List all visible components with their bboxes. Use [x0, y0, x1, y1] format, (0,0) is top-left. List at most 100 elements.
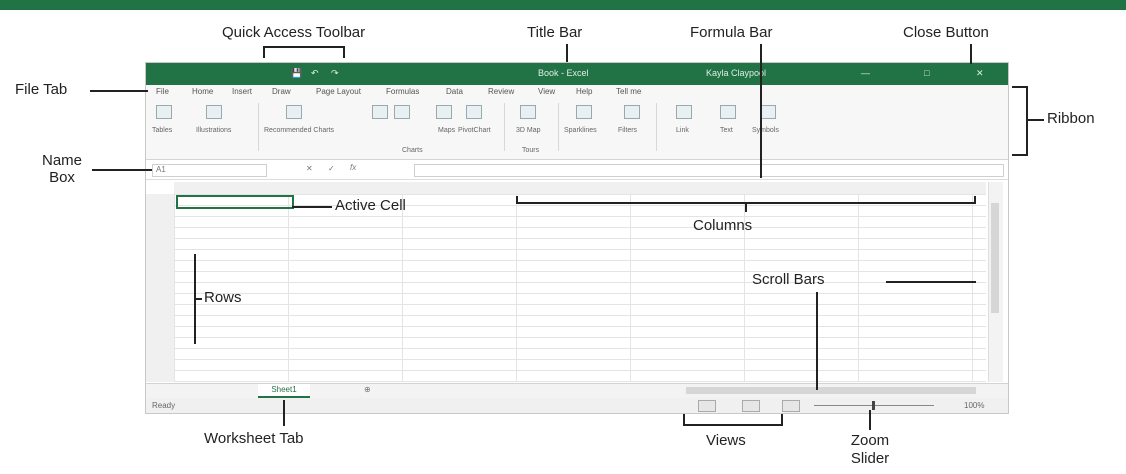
tab-draw[interactable]: Draw	[272, 87, 291, 96]
cancel-icon[interactable]: ✕	[306, 164, 313, 173]
text-icon[interactable]	[720, 105, 736, 119]
horizontal-scrollbar[interactable]	[686, 387, 976, 394]
ribbon-label-recommended-charts: Recommended Charts	[264, 127, 335, 134]
top-banner	[0, 0, 1126, 10]
name-box[interactable]: A1	[152, 164, 267, 177]
leader-title-bar	[566, 44, 568, 62]
label-worksheet-tab: Worksheet Tab	[204, 430, 304, 447]
sparklines-icon[interactable]	[576, 105, 592, 119]
add-sheet-icon[interactable]: ⊕	[364, 385, 371, 394]
leader-scroll-bars-right	[886, 281, 976, 283]
label-quick-access-toolbar: Quick Access Toolbar	[222, 24, 366, 41]
ribbon-separator	[258, 103, 259, 151]
ribbon-separator	[504, 103, 505, 151]
chart-types-icon[interactable]	[394, 105, 410, 119]
page-layout-view-icon[interactable]	[742, 400, 760, 412]
chart-types-icon[interactable]	[372, 105, 388, 119]
bracket-views	[683, 424, 783, 426]
leader-file-tab	[90, 90, 148, 92]
ribbon-label-text: Text	[720, 127, 733, 134]
page-break-view-icon[interactable]	[782, 400, 800, 412]
group-label-charts: Charts	[402, 147, 423, 154]
tab-file[interactable]: File	[156, 87, 169, 96]
ribbon-label-illustrations: Illustrations	[196, 127, 232, 134]
illustrations-icon[interactable]	[206, 105, 222, 119]
link-icon[interactable]	[676, 105, 692, 119]
symbols-icon[interactable]	[760, 105, 776, 119]
leader-name-box	[92, 169, 152, 171]
label-columns: Columns	[693, 217, 753, 234]
label-formula-bar: Formula Bar	[690, 24, 773, 41]
group-label-tours: Tours	[522, 147, 540, 154]
filters-icon[interactable]	[624, 105, 640, 119]
label-active-cell: Active Cell	[335, 197, 406, 214]
label-views: Views	[706, 432, 746, 449]
formula-input[interactable]	[414, 164, 1004, 177]
bracket-right	[343, 46, 345, 58]
tab-data[interactable]: Data	[446, 87, 463, 96]
tab-page-layout[interactable]: Page Layout	[316, 87, 361, 96]
tab-insert[interactable]: Insert	[232, 87, 252, 96]
label-zoom-slider: Zoom Slider	[850, 432, 890, 467]
status-bar: Ready 100%	[146, 398, 1008, 413]
close-icon[interactable]: ✕	[976, 68, 984, 79]
tables-icon[interactable]	[156, 105, 172, 119]
normal-view-icon[interactable]	[698, 400, 716, 412]
bracket-ribbon	[1026, 86, 1028, 156]
enter-icon[interactable]: ✓	[328, 164, 335, 173]
label-close-button: Close Button	[903, 24, 989, 41]
bracket-ribbon-bottom	[1012, 154, 1028, 156]
zoom-slider-knob[interactable]	[872, 401, 875, 410]
leader-rows	[194, 298, 202, 300]
user-name[interactable]: Kayla Claypool	[706, 68, 766, 78]
row-headers	[146, 194, 175, 382]
leader-zoom-slider	[869, 410, 871, 430]
label-name-box: Name Box	[41, 152, 82, 186]
tab-tell-me[interactable]: Tell me	[616, 87, 641, 96]
tab-home[interactable]: Home	[192, 87, 213, 96]
label-title-bar: Title Bar	[527, 24, 583, 41]
ribbon-label-pivotchart: PivotChart	[458, 127, 491, 134]
leader-worksheet-tab	[283, 400, 285, 426]
minimize-icon[interactable]: —	[861, 68, 870, 78]
ribbon: Tables Illustrations Recommended Charts …	[146, 99, 1008, 160]
leader-formula-bar	[760, 44, 762, 178]
label-rows: Rows	[204, 289, 242, 306]
tab-review[interactable]: Review	[488, 87, 514, 96]
bracket-columns-left	[516, 196, 518, 204]
leader-close-button	[970, 44, 972, 64]
window-title: Book - Excel	[538, 68, 589, 78]
leader-ribbon	[1026, 119, 1044, 121]
maps-icon[interactable]	[436, 105, 452, 119]
sheet-bar: Sheet1 ⊕	[146, 383, 1008, 398]
tab-formulas[interactable]: Formulas	[386, 87, 419, 96]
tab-view[interactable]: View	[538, 87, 555, 96]
3d-map-icon[interactable]	[520, 105, 536, 119]
undo-icon[interactable]: ↶	[311, 68, 319, 79]
ribbon-label-symbols: Symbols	[752, 127, 779, 134]
status-text: Ready	[152, 401, 176, 410]
label-file-tab: File Tab	[15, 81, 68, 98]
active-cell[interactable]	[176, 195, 294, 209]
tab-help[interactable]: Help	[576, 87, 592, 96]
title-bar: 💾 ↶ ↷ Book - Excel Kayla Claypool — □ ✕	[146, 63, 1008, 85]
ribbon-label-tables: Tables	[152, 127, 173, 134]
leader-scroll-bars-down	[816, 292, 818, 390]
excel-window: 💾 ↶ ↷ Book - Excel Kayla Claypool — □ ✕ …	[145, 62, 1009, 414]
bracket-columns-right	[974, 196, 976, 204]
ribbon-separator	[558, 103, 559, 151]
save-icon[interactable]: 💾	[291, 68, 302, 79]
worksheet-tab[interactable]: Sheet1	[258, 384, 310, 398]
pivotchart-icon[interactable]	[466, 105, 482, 119]
leader-active-cell	[292, 206, 332, 208]
worksheet-grid[interactable]	[174, 194, 986, 382]
recommended-charts-icon[interactable]	[286, 105, 302, 119]
bracket-ribbon-top	[1012, 86, 1028, 88]
insert-function-icon[interactable]: fx	[350, 163, 356, 172]
ribbon-separator	[656, 103, 657, 151]
vertical-scroll-thumb[interactable]	[991, 203, 999, 313]
redo-icon[interactable]: ↷	[331, 68, 339, 79]
restore-icon[interactable]: □	[924, 68, 929, 78]
bracket-views-left	[683, 414, 685, 426]
ribbon-tabs: File Home Insert Draw Page Layout Formul…	[146, 85, 1008, 99]
